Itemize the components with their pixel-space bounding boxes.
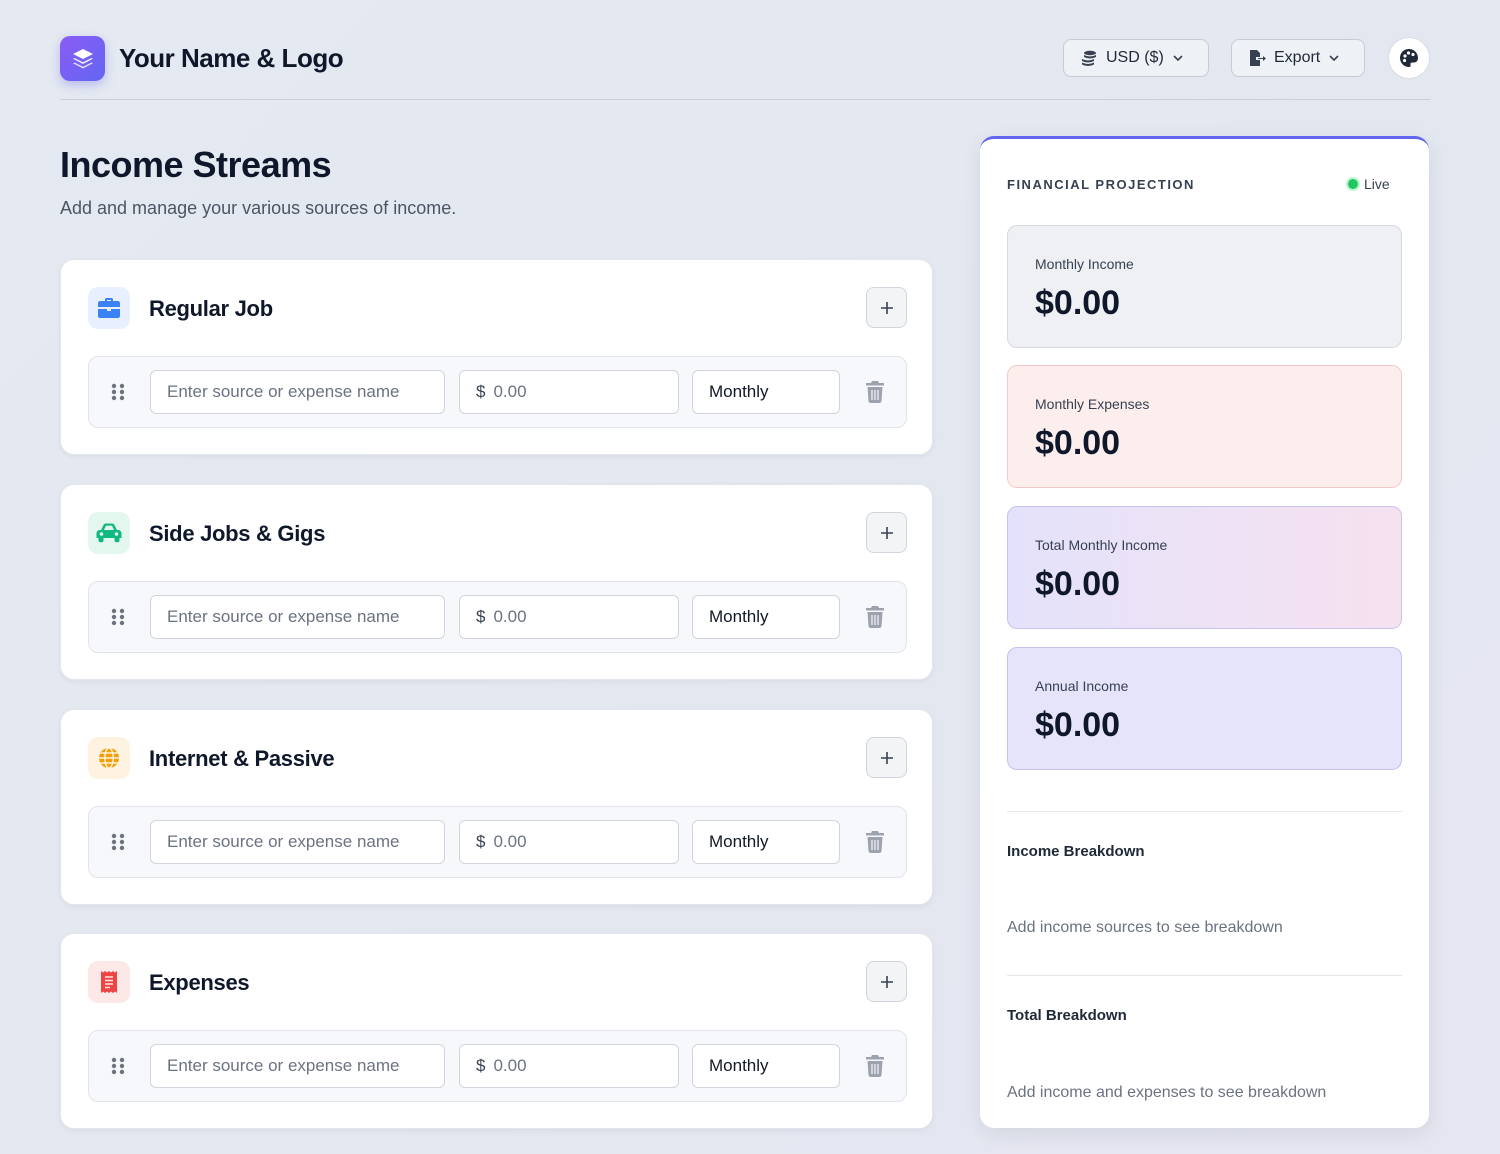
amount-input[interactable]: [493, 607, 664, 627]
chevron-down-icon: [1173, 55, 1183, 62]
amount-input[interactable]: [493, 832, 664, 852]
palette-icon: [1400, 49, 1418, 67]
car-icon: [88, 512, 130, 554]
trash-icon[interactable]: [865, 606, 885, 628]
currency-select[interactable]: USD ($): [1063, 39, 1209, 77]
currency-label: USD ($): [1106, 49, 1164, 66]
category-card-internet-passive: Internet & Passive $ Monthly: [60, 709, 933, 905]
plus-icon: [880, 751, 893, 764]
entry-row: $ Monthly: [88, 806, 907, 878]
stat-value: $0.00: [1035, 565, 1121, 603]
live-label: Live: [1364, 176, 1390, 192]
stat-value: $0.00: [1035, 284, 1121, 322]
income-breakdown-title: Income Breakdown: [1007, 843, 1145, 860]
card-title: Regular Job: [149, 296, 273, 321]
source-name-input[interactable]: [150, 1044, 445, 1088]
plus-icon: [880, 301, 893, 314]
entry-row: $ Monthly: [88, 356, 907, 428]
receipt-icon: [88, 961, 130, 1003]
stat-label: Monthly Income: [1035, 256, 1134, 272]
stat-monthly-expenses: Monthly Expenses $0.00: [1007, 365, 1402, 488]
divider: [1007, 811, 1402, 812]
live-dot-icon: [1348, 179, 1358, 189]
export-label: Export: [1274, 49, 1321, 66]
source-name-input[interactable]: [150, 595, 445, 639]
income-breakdown-empty: Add income sources to see breakdown: [1007, 919, 1283, 936]
panel-title: FINANCIAL PROJECTION: [1007, 177, 1195, 192]
card-title: Expenses: [149, 970, 250, 995]
file-export-icon: [1250, 50, 1266, 66]
entry-row: $ Monthly: [88, 1030, 907, 1102]
live-indicator: Live: [1348, 176, 1390, 192]
total-breakdown-title: Total Breakdown: [1007, 1007, 1127, 1024]
amount-field[interactable]: $: [459, 370, 679, 414]
page-subtitle: Add and manage your various sources of i…: [60, 198, 457, 218]
drag-handle-icon[interactable]: [111, 608, 125, 626]
category-card-side-jobs: Side Jobs & Gigs $ Monthly: [60, 484, 933, 680]
plus-icon: [880, 526, 893, 539]
category-card-expenses: Expenses $ Monthly: [60, 933, 933, 1129]
trash-icon[interactable]: [865, 381, 885, 403]
chevron-down-icon: [1329, 55, 1339, 62]
currency-symbol: $: [476, 382, 486, 401]
currency-symbol: $: [476, 1056, 486, 1075]
amount-input[interactable]: [493, 1056, 664, 1076]
total-breakdown-empty: Add income and expenses to see breakdown: [1007, 1084, 1327, 1101]
add-entry-button[interactable]: [866, 512, 907, 553]
stat-label: Monthly Expenses: [1035, 396, 1150, 412]
plus-icon: [880, 975, 893, 988]
stat-value: $0.00: [1035, 706, 1121, 744]
layers-icon: [60, 36, 105, 81]
entry-row: $ Monthly: [88, 581, 907, 653]
globe-icon: [88, 737, 130, 779]
trash-icon[interactable]: [865, 1055, 885, 1077]
stat-total-monthly-income: Total Monthly Income $0.00: [1007, 506, 1402, 629]
currency-symbol: $: [476, 832, 486, 851]
card-title: Side Jobs & Gigs: [149, 521, 326, 546]
card-title: Internet & Passive: [149, 746, 335, 771]
amount-input[interactable]: [493, 382, 664, 402]
brand[interactable]: Your Name & Logo: [60, 36, 344, 81]
stat-label: Total Monthly Income: [1035, 537, 1168, 553]
frequency-select[interactable]: Monthly: [692, 595, 840, 639]
app-header: Your Name & Logo USD ($) Export: [60, 36, 1430, 100]
export-button[interactable]: Export: [1231, 39, 1365, 77]
amount-field[interactable]: $: [459, 1044, 679, 1088]
amount-field[interactable]: $: [459, 595, 679, 639]
amount-field[interactable]: $: [459, 820, 679, 864]
stat-value: $0.00: [1035, 424, 1121, 462]
coins-icon: [1082, 50, 1096, 66]
stat-monthly-income: Monthly Income $0.00: [1007, 225, 1402, 348]
financial-projection-panel: FINANCIAL PROJECTION Live Monthly Income…: [980, 136, 1429, 1128]
frequency-select[interactable]: Monthly: [692, 1044, 840, 1088]
frequency-select[interactable]: Monthly: [692, 370, 840, 414]
page-title: Income Streams: [60, 144, 332, 185]
source-name-input[interactable]: [150, 370, 445, 414]
theme-button[interactable]: [1388, 37, 1430, 79]
drag-handle-icon[interactable]: [111, 1057, 125, 1075]
stat-label: Annual Income: [1035, 678, 1129, 694]
frequency-select[interactable]: Monthly: [692, 820, 840, 864]
add-entry-button[interactable]: [866, 961, 907, 1002]
category-card-regular-job: Regular Job $ Monthly: [60, 259, 933, 455]
source-name-input[interactable]: [150, 820, 445, 864]
divider: [1007, 975, 1402, 976]
add-entry-button[interactable]: [866, 737, 907, 778]
briefcase-icon: [88, 287, 130, 329]
trash-icon[interactable]: [865, 831, 885, 853]
brand-name: Your Name & Logo: [119, 43, 344, 73]
add-entry-button[interactable]: [866, 287, 907, 328]
drag-handle-icon[interactable]: [111, 833, 125, 851]
stat-annual-income: Annual Income $0.00: [1007, 647, 1402, 770]
drag-handle-icon[interactable]: [111, 383, 125, 401]
currency-symbol: $: [476, 607, 486, 626]
